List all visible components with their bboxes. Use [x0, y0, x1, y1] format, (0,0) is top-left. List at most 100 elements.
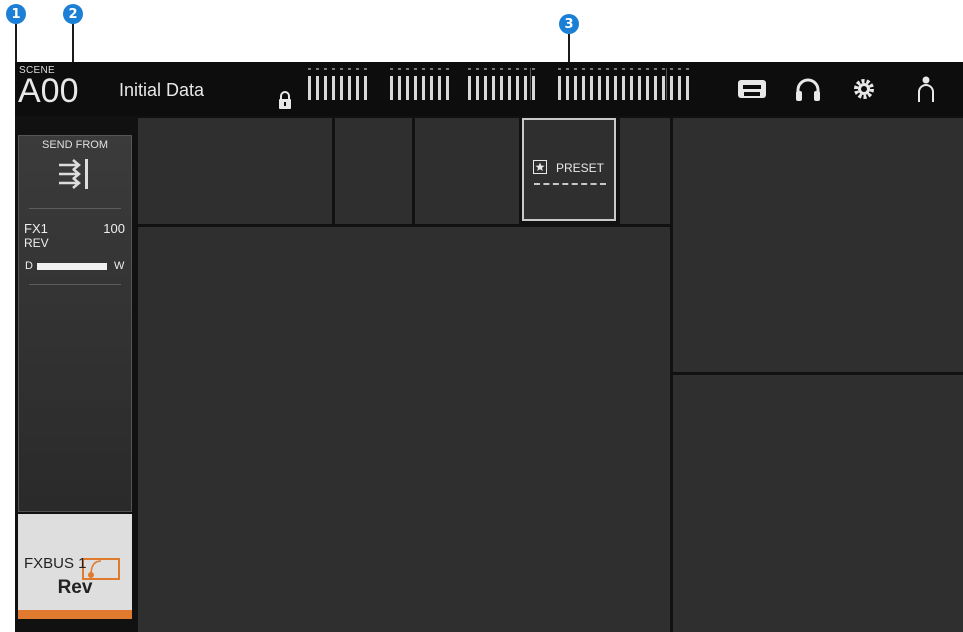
meter-bar [476, 76, 479, 100]
meter-peak [446, 68, 449, 70]
panel-right-bottom[interactable] [673, 375, 963, 632]
scene-name[interactable]: Initial Data [119, 80, 204, 101]
meter-peak [390, 68, 393, 70]
meter-bar [446, 76, 449, 100]
meter-peak [686, 68, 689, 70]
meter-bar [524, 76, 527, 100]
meter-peak [430, 68, 433, 70]
meter-peak [574, 68, 577, 70]
meter-peak [566, 68, 569, 70]
meter-bar [332, 76, 335, 100]
meter-bar [414, 76, 417, 100]
fxbus-button[interactable]: FXBUS 1 Rev [18, 514, 132, 619]
panel-top-2[interactable] [335, 118, 412, 224]
meter-peak [558, 68, 561, 70]
meter-bar [678, 76, 681, 100]
meter-peak [414, 68, 417, 70]
strip-divider [29, 284, 121, 285]
meter-peak [484, 68, 487, 70]
preset-name-placeholder [534, 183, 606, 185]
meter-bar [508, 76, 511, 100]
lock-icon[interactable] [277, 90, 293, 110]
meter-bar [630, 76, 633, 100]
meter-peak [398, 68, 401, 70]
dry-wet-bar[interactable] [37, 263, 107, 270]
meter-bar [340, 76, 343, 100]
meter-peak [340, 68, 343, 70]
scene-number[interactable]: A00 [18, 71, 79, 111]
meter-peak [492, 68, 495, 70]
meter-peak [348, 68, 351, 70]
meter-peak [468, 68, 471, 70]
meter-bar [308, 76, 311, 100]
meter-peak [532, 68, 535, 70]
meter-bar [606, 76, 609, 100]
mix-dry-label: D [25, 260, 33, 272]
meter-peak [678, 68, 681, 70]
meter-peak [590, 68, 593, 70]
meter-bar [422, 76, 425, 100]
meter-peak [516, 68, 519, 70]
meter-bar [500, 76, 503, 100]
meter-bar [406, 76, 409, 100]
meter-peak [508, 68, 511, 70]
fx-send-name[interactable]: FX1 [24, 221, 48, 236]
headphones-icon[interactable] [791, 74, 825, 104]
meter-bar [566, 76, 569, 100]
meter-peak [670, 68, 673, 70]
meter-peak [606, 68, 609, 70]
panel-top-3[interactable] [415, 118, 519, 224]
preset-label: PRESET [556, 161, 605, 175]
panel-top-1[interactable] [138, 118, 332, 224]
send-from-arrows-icon [59, 159, 88, 189]
meter-bar [598, 76, 601, 100]
top-bar: SCENE A00 Initial Data [15, 62, 963, 116]
user-icon[interactable] [909, 74, 943, 104]
fxbus-accent-bar [18, 610, 132, 619]
meter-bar [532, 76, 535, 100]
meter-peak [364, 68, 367, 70]
meter-peak [646, 68, 649, 70]
meter-bar [654, 76, 657, 100]
panel-top-5[interactable] [620, 118, 670, 224]
meter-peak [630, 68, 633, 70]
meter-peak [500, 68, 503, 70]
mix-wet-label: W [114, 260, 125, 272]
meter-peak [598, 68, 601, 70]
callout-2: 2 [63, 4, 83, 24]
meter-bar [614, 76, 617, 100]
fx-type-label: REV [24, 236, 49, 250]
send-from-strip[interactable]: SEND FROM FX1 100 REV D W [18, 135, 132, 512]
meter-peak [524, 68, 527, 70]
recorder-icon[interactable] [735, 74, 769, 104]
meter-bar [324, 76, 327, 100]
meter-peak [622, 68, 625, 70]
send-from-label: SEND FROM [42, 139, 108, 151]
meter-peak [662, 68, 665, 70]
meter-peak [438, 68, 441, 70]
meter-bar [646, 76, 649, 100]
meter-peak [316, 68, 319, 70]
preset-button[interactable]: PRESET [522, 118, 616, 221]
meter-bar [468, 76, 471, 100]
meter-bar [662, 76, 665, 100]
meter-bar [430, 76, 433, 100]
meter-peak [422, 68, 425, 70]
meter-bar [638, 76, 641, 100]
meter-bar [558, 76, 561, 100]
meter-bar [492, 76, 495, 100]
meter-bar [582, 76, 585, 100]
meter-peak [614, 68, 617, 70]
panel-main[interactable] [138, 227, 670, 632]
panel-right-top[interactable] [673, 118, 963, 372]
fx-send-level[interactable]: 100 [103, 221, 125, 236]
meter-bar [670, 76, 673, 100]
meter-peak [308, 68, 311, 70]
meter-separator [666, 68, 667, 100]
meter-peak [356, 68, 359, 70]
meter-bar [622, 76, 625, 100]
meter-bar [398, 76, 401, 100]
meter-peak [654, 68, 657, 70]
settings-gear-icon[interactable] [847, 74, 881, 104]
callout-1: 1 [6, 4, 26, 24]
